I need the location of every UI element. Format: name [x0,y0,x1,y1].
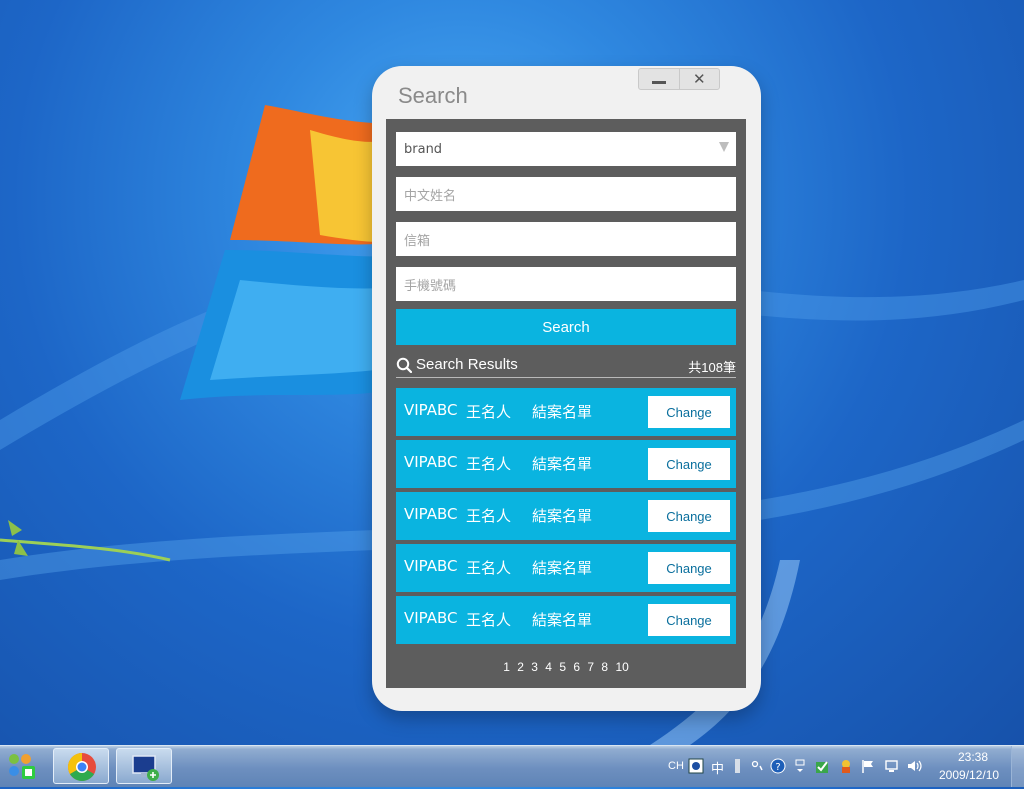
page-link-3[interactable]: 3 [531,660,538,674]
change-button[interactable]: Change [648,396,730,428]
chinese-name-placeholder: 中文姓名 [404,188,457,204]
ime-bar-icon [735,759,740,773]
language-indicator[interactable]: CH [668,760,684,772]
security-icon[interactable] [814,758,830,774]
messenger-icon[interactable] [838,758,854,774]
system-tray: CH 中 ? 23:38 2009/12/10 [662,746,1024,787]
email-field[interactable]: 信箱 [396,222,736,256]
clock-time[interactable]: 23:38 [958,750,988,764]
page-link-7[interactable]: 7 [587,660,594,674]
remote-desktop-icon [132,755,159,781]
ime-mode[interactable]: 中 [711,758,724,777]
taskbar: CH 中 ? 23:38 2009/12/10 [0,745,1024,787]
result-name: 王名人 [466,455,512,473]
action-center-flag-icon[interactable] [860,758,876,774]
change-button[interactable]: Change [648,552,730,584]
result-row: VIPABC 王名人 結案名單 Change [396,544,736,592]
chevron-down-icon [719,142,729,152]
result-status: 結案名單 [532,403,593,421]
svg-text:?: ? [775,762,780,773]
minimize-button[interactable] [639,69,679,89]
result-brand: VIPABC [404,401,458,419]
result-status: 結案名單 [532,559,593,577]
result-name: 王名人 [466,507,512,525]
result-brand: VIPABC [404,557,458,575]
chrome-icon [68,753,96,781]
result-name: 王名人 [466,559,512,577]
search-icon [396,357,412,373]
result-row: VIPABC 王名人 結案名單 Change [396,596,736,644]
pagination: 1 2 3 4 5 6 7 8 10 [386,660,746,674]
page-link-10[interactable]: 10 [615,660,628,674]
results-title: Search Results [416,356,518,373]
result-name: 王名人 [466,611,512,629]
chinese-name-field[interactable]: 中文姓名 [396,177,736,211]
volume-icon[interactable] [906,758,922,774]
start-button[interactable] [0,747,49,785]
taskbar-chrome[interactable] [53,748,109,784]
taskbar-remote-desktop[interactable] [116,748,172,784]
search-button[interactable]: Search [396,309,736,345]
page-link-6[interactable]: 6 [573,660,580,674]
ime-options-icon[interactable] [792,758,808,774]
show-desktop-button[interactable] [1011,746,1024,787]
result-row: VIPABC 王名人 結案名單 Change [396,388,736,436]
page-link-2[interactable]: 2 [517,660,524,674]
brand-dropdown[interactable]: brand [396,132,736,166]
help-icon[interactable]: ? [770,758,786,774]
result-status: 結案名單 [532,507,593,525]
change-button[interactable]: Change [648,500,730,532]
result-name: 王名人 [466,403,512,421]
punctuation-icon[interactable] [750,758,766,774]
result-status: 結案名單 [532,455,593,473]
result-row: VIPABC 王名人 結案名單 Change [396,492,736,540]
results-header: Search Results 共108筆 [396,355,736,378]
result-brand: VIPABC [404,609,458,627]
change-button[interactable]: Change [648,448,730,480]
search-panel: brand 中文姓名 信箱 手機號碼 Search Search Results… [386,119,746,688]
page-link-4[interactable]: 4 [545,660,552,674]
phone-field[interactable]: 手機號碼 [396,267,736,301]
email-placeholder: 信箱 [404,233,431,249]
page-link-1[interactable]: 1 [503,660,510,674]
result-brand: VIPABC [404,505,458,523]
page-link-8[interactable]: 8 [601,660,608,674]
ime-icon[interactable] [688,758,704,774]
minimize-icon [651,80,666,84]
search-window: Search ✕ brand 中文姓名 信箱 手機號碼 Search Searc… [372,66,761,711]
close-button[interactable]: ✕ [678,69,720,89]
phone-placeholder: 手機號碼 [404,278,457,294]
close-icon: ✕ [692,70,706,88]
window-controls: ✕ [638,68,720,90]
network-icon[interactable] [884,758,900,774]
result-row: VIPABC 王名人 結案名單 Change [396,440,736,488]
page-link-5[interactable]: 5 [559,660,566,674]
clock-date[interactable]: 2009/12/10 [939,768,999,782]
brand-dropdown-value: brand [404,141,443,157]
result-brand: VIPABC [404,453,458,471]
results-count: 共108筆 [688,360,736,375]
result-status: 結案名單 [532,611,593,629]
change-button[interactable]: Change [648,604,730,636]
window-title: Search [398,83,468,108]
